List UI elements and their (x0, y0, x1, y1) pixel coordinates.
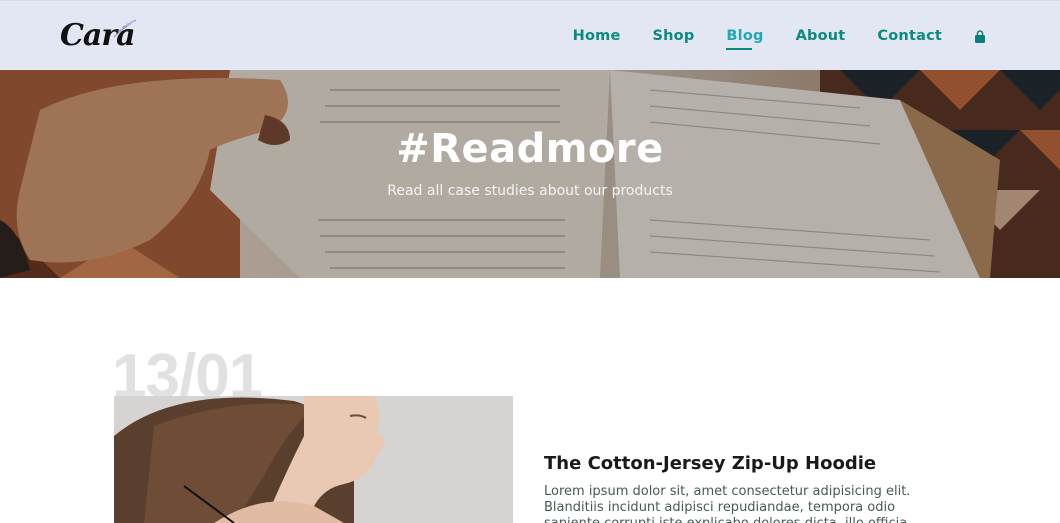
post-title[interactable]: The Cotton-Jersey Zip-Up Hoodie (544, 453, 876, 474)
site-header: Cara Home Shop Blog About Contact (0, 0, 1060, 70)
hero-subtitle: Read all case studies about our products (387, 183, 673, 199)
post-excerpt: Lorem ipsum dolor sit, amet consectetur … (544, 484, 911, 523)
hero-banner: #Readmore Read all case studies about ou… (0, 70, 1060, 278)
nav-shop[interactable]: Shop (653, 28, 695, 44)
hero-title: #Readmore (396, 126, 664, 172)
logo[interactable]: Cara (60, 15, 137, 55)
hero-overlay (0, 70, 1060, 278)
shopping-bag-icon[interactable] (974, 29, 986, 43)
model-photo (114, 396, 513, 523)
nav-about[interactable]: About (796, 28, 846, 44)
nav-blog[interactable]: Blog (726, 28, 763, 50)
lavender-sprig-icon (113, 19, 137, 38)
post-image[interactable] (114, 396, 513, 523)
nav-home[interactable]: Home (573, 28, 621, 44)
nav-contact[interactable]: Contact (877, 28, 942, 44)
main-nav: Home Shop Blog About Contact (541, 1, 986, 71)
